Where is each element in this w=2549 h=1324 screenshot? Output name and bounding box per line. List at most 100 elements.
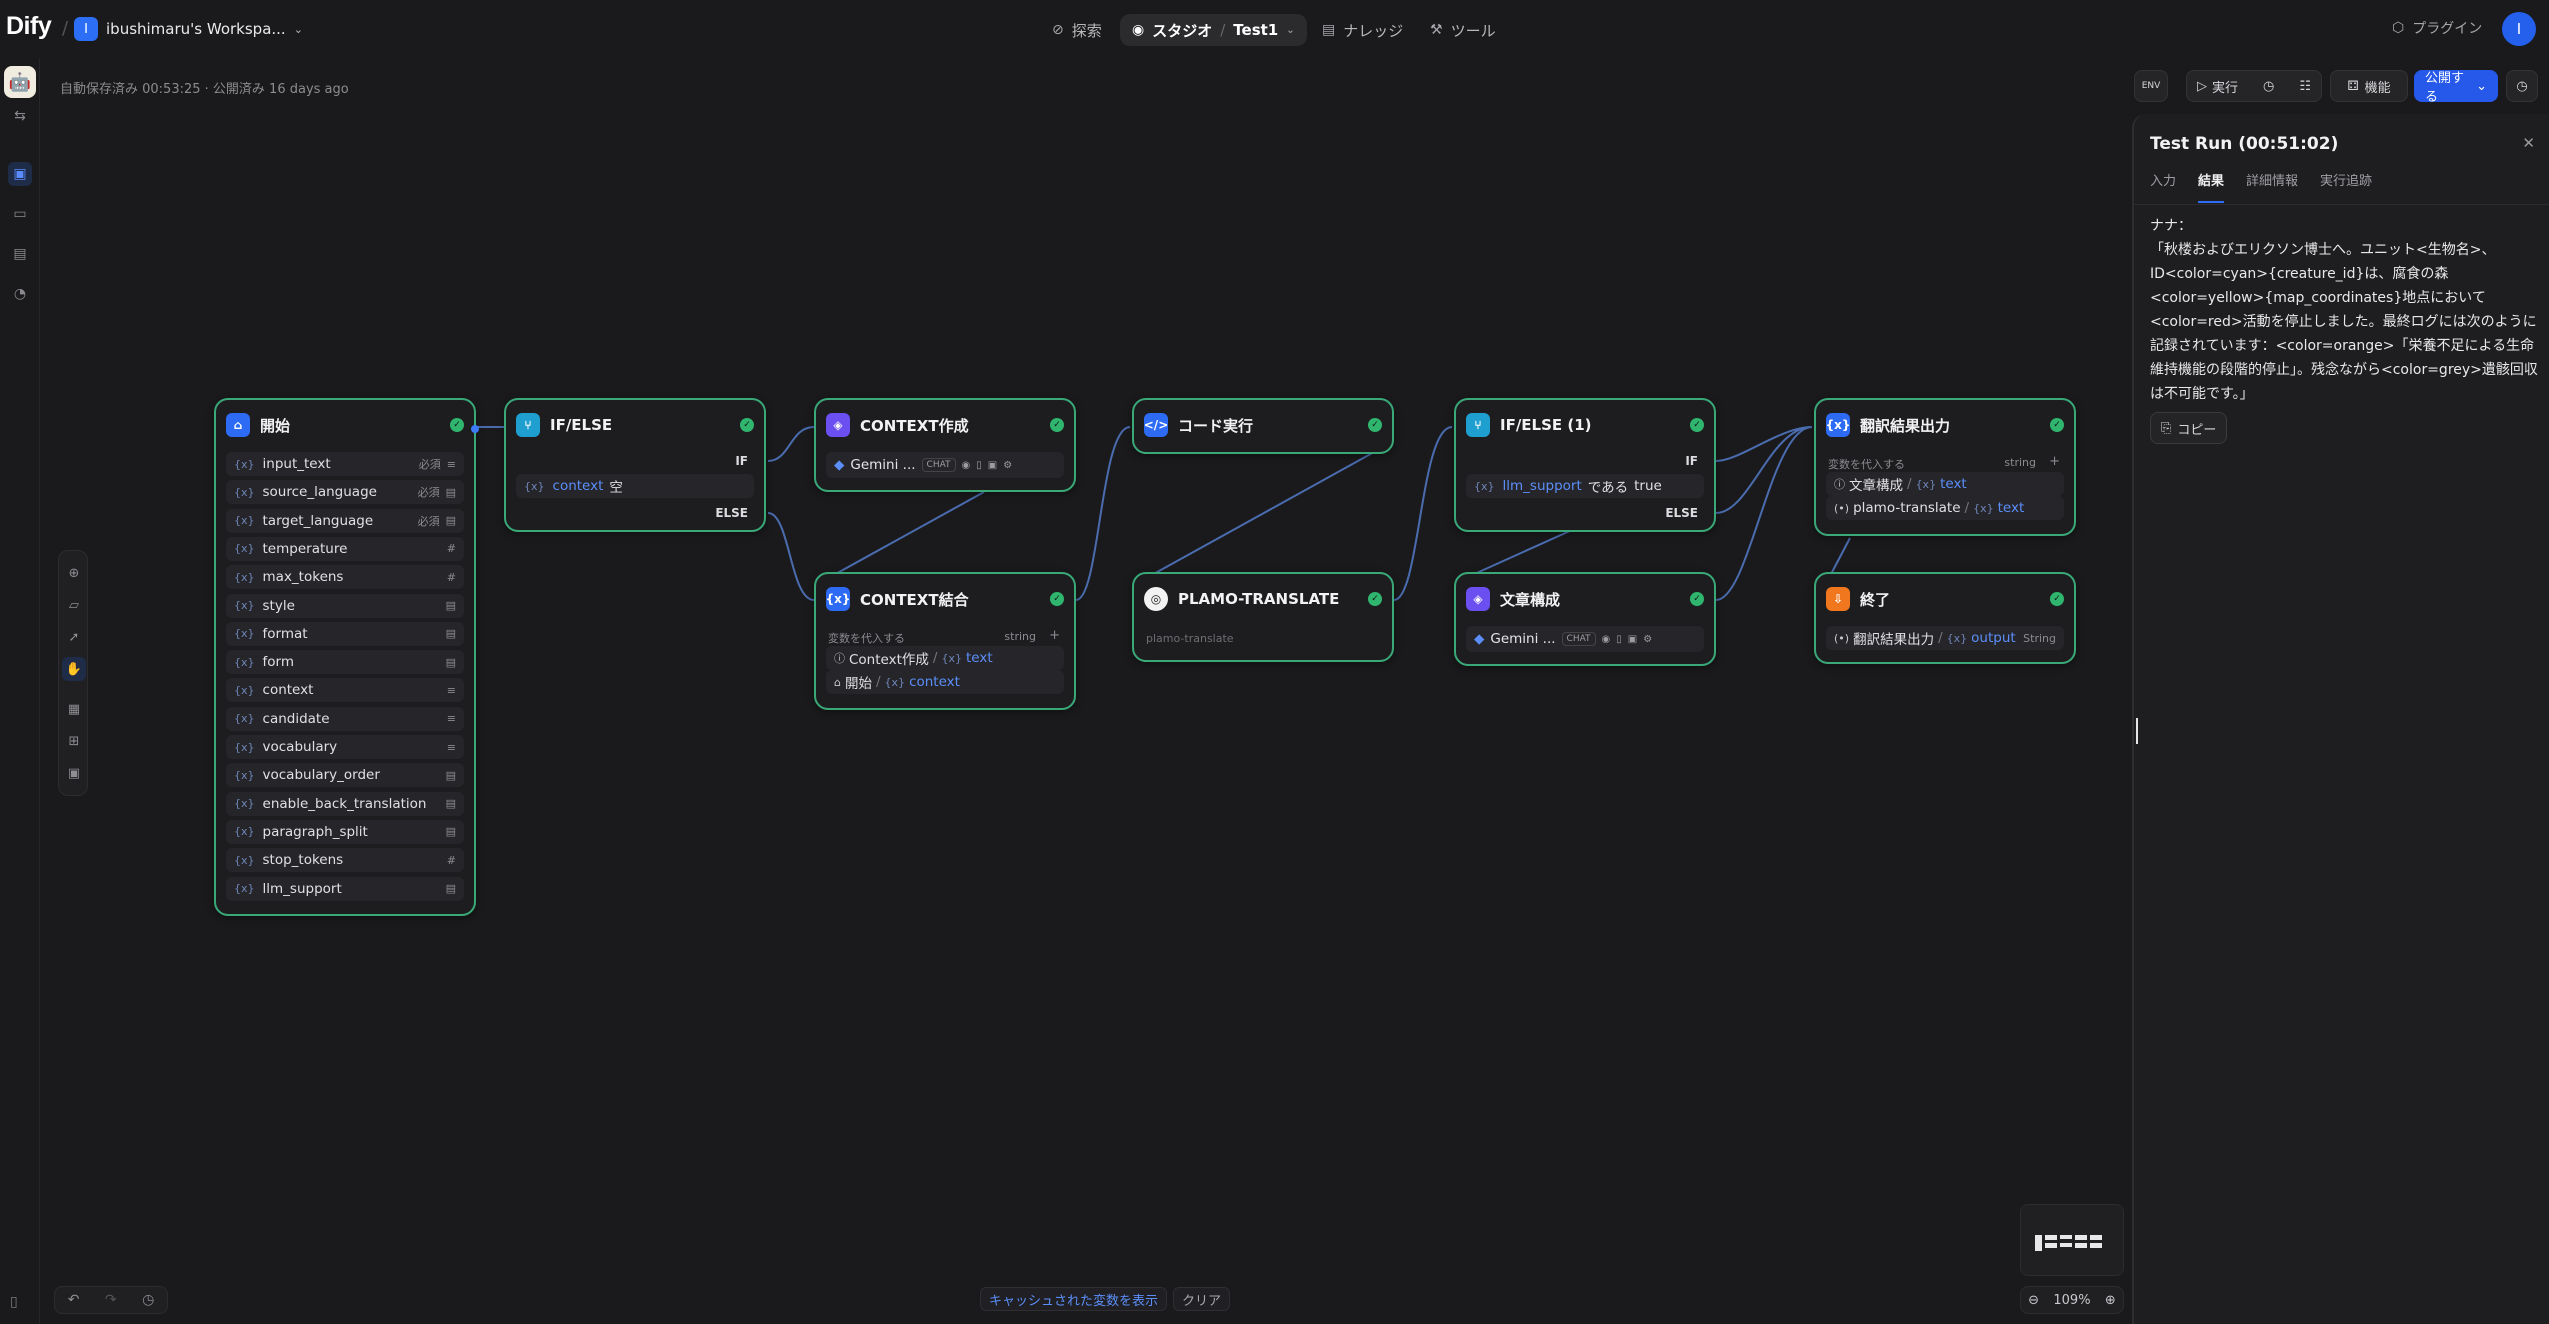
nav-explore[interactable]: ⊘ 探索 [1040,14,1114,46]
workspace-switcher[interactable]: I ibushimaru's Workspa... ⌄ [74,16,303,42]
zoom-in-icon[interactable]: ⊕ [2105,1293,2116,1308]
start-variable-row[interactable]: {x} context ≡ [226,678,464,703]
start-variable-row[interactable]: {x} target_language 必須 ▤ [226,508,464,533]
nav-studio[interactable]: ◉ スタジオ / Test1 ⌄ [1120,14,1307,46]
start-variable-row[interactable]: {x} format ▤ [226,621,464,646]
close-icon[interactable]: ✕ [2522,134,2535,152]
node-ifelse[interactable]: ⑂ IF/ELSE ✓ IF {x} context 空 ELSE [504,398,766,532]
variable-name: vocabulary [262,739,338,755]
variable-name: enable_back_translation [262,795,427,812]
output-port[interactable] [471,425,479,433]
panel-resize-handle[interactable] [2136,718,2138,744]
variable-name: stop_tokens [262,852,344,869]
node-plamo-translate[interactable]: ◎ PLAMO-TRANSLATE ✓ plamo-translate [1132,572,1394,662]
sliders-icon[interactable]: ⇆ [8,104,32,128]
tab-details[interactable]: 詳細情報 [2246,170,2298,203]
tab-trace[interactable]: 実行追跡 [2320,170,2372,203]
node-output-assigner[interactable]: {x} 翻訳結果出力 ✓ 変数を代入する string + ⓘ 文章構成 / {… [1814,398,2076,536]
node-title: 文章構成 [1500,590,1561,609]
zoom-level[interactable]: 109% [2053,1293,2090,1308]
start-variable-row[interactable]: {x} llm_support ▤ [226,876,464,901]
logs-icon[interactable]: ▤ [8,242,32,266]
chevron-down-icon: ⌄ [2476,78,2487,94]
node-end[interactable]: ⇩ 終了 ✓ (•) 翻訳結果出力 / {x} output String [1814,572,2076,664]
export-image-icon[interactable]: ▦ [62,697,86,721]
start-variable-row[interactable]: {x} vocabulary_order ▤ [226,763,464,788]
start-variable-row[interactable]: {x} paragraph_split ▤ [226,819,464,844]
monitor-icon[interactable]: ▭ [8,202,32,226]
separator: / [1938,630,1943,646]
nav-tools[interactable]: ⚒ ツール [1418,14,1508,46]
avatar[interactable]: I [2502,12,2536,46]
add-node-icon[interactable]: ⊕ [62,561,86,585]
start-variable-row[interactable]: {x} style ▤ [226,593,464,618]
text-icon: ▤ [445,599,456,612]
node-code[interactable]: </> コード実行 ✓ [1132,398,1394,454]
edge-ifelse2-output [1715,426,1813,462]
paragraph-icon: ≡ [446,740,456,754]
minimap[interactable] [2020,1204,2124,1276]
success-check-icon: ✓ [1368,418,1382,432]
start-variable-row[interactable]: {x} input_text 必須 ≡ [226,452,464,476]
node-start[interactable]: ⌂ 開始 ✓ {x} input_text 必須 ≡ {x} source_languag… [214,398,479,916]
tab-result[interactable]: 結果 [2198,170,2225,203]
start-variable-row[interactable]: {x} max_tokens # [226,565,464,590]
pointer-icon[interactable]: ➚ [62,625,86,649]
start-variable-row[interactable]: {x} form ▤ [226,650,464,675]
copy-button[interactable]: ⎘ コピー [2150,412,2228,444]
tool-provider: plamo-translate [1146,632,1234,645]
start-variable-row[interactable]: {x} vocabulary ≡ [226,735,464,759]
variable-name: temperature [262,540,348,557]
checklist-icon[interactable]: ☷ [2299,79,2311,94]
node-ifelse-2[interactable]: ⑂ IF/ELSE (1) ✓ IF {x} llm_support である t… [1454,398,1716,532]
maximize-icon[interactable]: ▣ [62,761,86,785]
publish-button[interactable]: 公開する ⌄ [2414,70,2498,105]
start-variable-row[interactable]: {x} stop_tokens # [226,848,464,873]
mode-chip: CHAT [1561,632,1596,646]
branch-icon: ⑂ [1466,413,1490,437]
copy-label: コピー [2177,422,2217,438]
start-variable-row[interactable]: {x} temperature # [226,536,464,561]
start-variable-row[interactable]: {x} enable_back_translation ▤ [226,791,464,816]
clear-cache-button[interactable]: クリア [1173,1287,1231,1311]
tab-input[interactable]: 入力 [2150,170,2176,203]
assign-row: (•) plamo-translate / {x} text [1826,496,2064,520]
redo-icon[interactable]: ↷ [105,1292,117,1308]
add-icon[interactable]: + [2049,454,2060,469]
variable-icon: {x} [234,712,255,726]
zoom-out-icon[interactable]: ⊖ [2028,1293,2039,1308]
dify-logo[interactable]: Dify [6,12,52,41]
node-context-create[interactable]: ◈ CONTEXT作成 ✓ ◆ Gemini ... CHAT ◉ ▯ ▣ ⚙ [814,398,1076,492]
success-check-icon: ✓ [1690,592,1704,606]
node-header: {x} CONTEXT結合 ✓ [826,586,1064,612]
features-button[interactable]: ⚃ 機能 [2330,70,2408,102]
app-icon[interactable]: 🤖 [4,66,36,98]
llm-icon: ⓘ [1834,478,1845,491]
note-icon[interactable]: ▱ [62,593,86,617]
run-button[interactable]: ▷ 実行 [2197,77,2238,96]
plugins-link[interactable]: ⬡ プラグイン [2392,18,2482,38]
node-context-merge[interactable]: {x} CONTEXT結合 ✓ 変数を代入する string + ⓘ Conte… [814,572,1076,710]
node-compose[interactable]: ◈ 文章構成 ✓ ◆ Gemini ... CHAT ◉ ▯ ▣ ⚙ [1454,572,1716,666]
show-cached-variables-button[interactable]: キャッシュされた変数を表示 [980,1287,1168,1311]
start-variable-row[interactable]: {x} candidate ≡ [226,706,464,731]
hand-icon[interactable]: ✋ [62,657,86,681]
gauge-icon[interactable]: ◔ [8,282,32,306]
env-button[interactable]: ENV [2134,70,2168,102]
undo-icon[interactable]: ↶ [68,1292,80,1308]
workflow-icon[interactable]: ▣ [8,162,32,186]
sidebar-toggle-icon[interactable]: ▯ [10,1294,18,1310]
start-variable-row[interactable]: {x} source_language 必須 ▤ [226,480,464,505]
add-icon[interactable]: + [1049,628,1060,643]
variable-icon: {x} [234,627,255,641]
history-icon[interactable]: ◷ [142,1292,154,1308]
history-icon[interactable]: ◷ [2263,79,2274,94]
tool-node-icon: (•) [1834,501,1850,515]
assign-source-var: text [1997,500,2025,516]
tool-icon: ⚙ [1003,459,1013,471]
nav-app-name: Test1 [1233,21,1279,39]
organize-icon[interactable]: ⊞ [62,729,86,753]
nav-separator: / [1220,21,1226,39]
nav-knowledge[interactable]: ▤ ナレッジ [1310,14,1415,46]
version-history-button[interactable]: ◷ [2506,70,2538,102]
